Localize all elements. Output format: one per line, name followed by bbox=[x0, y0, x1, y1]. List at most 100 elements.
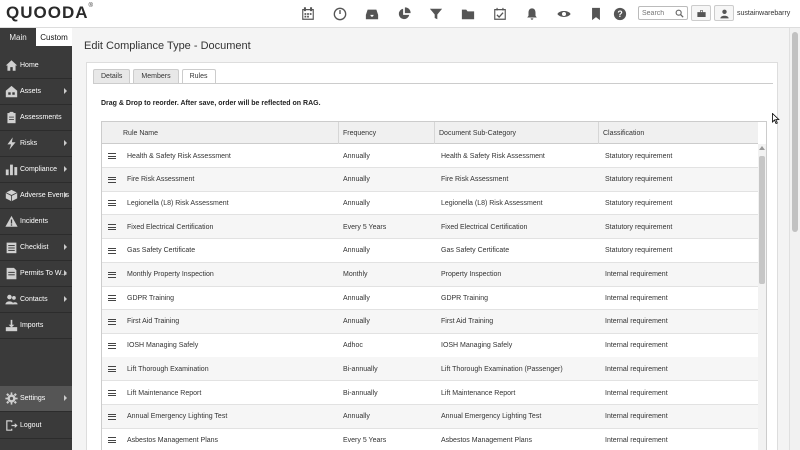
pie-chart-icon[interactable] bbox=[396, 5, 412, 23]
chevron-right-icon bbox=[64, 270, 67, 276]
username-label[interactable]: sustainwarebarry bbox=[737, 10, 790, 17]
sidebar-item-imports[interactable]: Imports bbox=[0, 313, 72, 338]
table-row[interactable]: Legionella (L8) Risk Assessment Annually L… bbox=[102, 191, 758, 216]
chevron-right-icon bbox=[64, 395, 67, 401]
tab-members[interactable]: Members bbox=[133, 69, 179, 83]
sidebar-item-assessments[interactable]: Assessments bbox=[0, 105, 72, 130]
grid-scrollbar-thumb[interactable] bbox=[759, 156, 765, 284]
table-row[interactable]: Lift Thorough Examination Bi-annually Lift… bbox=[102, 357, 758, 382]
sidebar-item-label: Logout bbox=[20, 422, 42, 429]
imports-icon bbox=[4, 319, 18, 333]
toolbox-button[interactable] bbox=[691, 5, 711, 21]
table-cell: Gas Safety Certificate bbox=[441, 247, 510, 255]
table-row[interactable]: Monthly Property Inspection Monthly Proper… bbox=[102, 262, 758, 287]
drag-handle-icon[interactable] bbox=[108, 413, 116, 420]
bell-icon[interactable] bbox=[524, 5, 540, 23]
table-cell: Internal requirement bbox=[605, 413, 668, 421]
table-row[interactable]: Health & Safety Risk Assessment Annually H… bbox=[102, 144, 758, 168]
table-row[interactable]: Lift Maintenance Report Bi-annually Lift M… bbox=[102, 381, 758, 405]
table-cell: Fire Risk Assessment bbox=[127, 176, 195, 184]
table-row[interactable]: Fixed Electrical Certification Every 5 Ye… bbox=[102, 215, 758, 240]
sidebar-item-home[interactable]: Home bbox=[0, 53, 72, 78]
table-cell: Internal requirement bbox=[605, 436, 668, 444]
table-cell: Gas Safety Certificate bbox=[127, 247, 196, 255]
table-row[interactable]: Asbestos Management Plans Every 5 Years As… bbox=[102, 428, 758, 450]
table-row[interactable]: Gas Safety Certificate Annually Gas Safety… bbox=[102, 239, 758, 263]
sidebar-tab-custom[interactable]: Custom bbox=[36, 28, 72, 46]
inbox-icon[interactable] bbox=[364, 5, 380, 23]
eye-icon[interactable] bbox=[556, 5, 572, 23]
user-avatar-button[interactable] bbox=[714, 5, 734, 21]
bar-chart-icon bbox=[4, 163, 18, 177]
sidebar-item-permits-to-w[interactable]: Permits To W... bbox=[0, 261, 72, 286]
table-row[interactable]: Fire Risk Assessment Annually Fire Risk As… bbox=[102, 167, 758, 192]
drag-handle-icon[interactable] bbox=[108, 200, 116, 207]
drag-handle-icon[interactable] bbox=[108, 247, 116, 254]
sidebar-item-compliance[interactable]: Compliance bbox=[0, 157, 72, 182]
drag-handle-icon[interactable] bbox=[108, 153, 116, 159]
column-header[interactable]: Frequency bbox=[338, 122, 438, 144]
checklist-icon bbox=[4, 241, 18, 255]
drag-handle-icon[interactable] bbox=[108, 295, 116, 302]
table-cell: Bi-annually bbox=[343, 365, 378, 373]
sidebar-item-logout[interactable]: Logout bbox=[0, 413, 72, 438]
column-header[interactable]: Classification bbox=[598, 122, 758, 144]
grid-header: Rule Name Frequency Document Sub-Category C… bbox=[102, 122, 758, 144]
scroll-up-icon[interactable] bbox=[759, 146, 765, 150]
sidebar-item-label: Contacts bbox=[20, 296, 48, 303]
drag-handle-icon[interactable] bbox=[108, 224, 116, 231]
drag-handle-icon[interactable] bbox=[108, 366, 116, 373]
app-logo[interactable]: QUOODA® bbox=[6, 3, 94, 23]
table-cell: Every 5 Years bbox=[343, 223, 387, 231]
drag-handle-icon[interactable] bbox=[108, 176, 116, 183]
drag-handle-icon[interactable] bbox=[108, 271, 116, 278]
tab-rules[interactable]: Rules bbox=[181, 69, 216, 83]
mouse-cursor-icon bbox=[772, 113, 780, 124]
tab-details[interactable]: Details bbox=[93, 69, 131, 83]
table-row[interactable]: Annual Emergency Lighting Test Annually An… bbox=[102, 404, 758, 429]
table-cell: Fire Risk Assessment bbox=[441, 176, 509, 184]
filter-icon[interactable] bbox=[428, 5, 444, 23]
sidebar-item-settings[interactable]: Settings bbox=[0, 386, 72, 411]
page-scrollbar[interactable] bbox=[789, 28, 800, 450]
table-cell: Monthly Property Inspection bbox=[127, 271, 214, 278]
table-cell: Asbestos Management Plans bbox=[127, 436, 219, 444]
chevron-right-icon bbox=[64, 140, 67, 146]
table-cell: IOSH Managing Safely bbox=[127, 342, 199, 350]
column-header[interactable]: Rule Name bbox=[102, 122, 342, 144]
calendar-icon[interactable] bbox=[300, 5, 316, 23]
folder-icon[interactable] bbox=[460, 5, 476, 23]
column-header[interactable]: Document Sub-Category bbox=[434, 122, 602, 144]
grid-scrollbar[interactable] bbox=[758, 144, 766, 450]
sidebar-tab-main[interactable]: Main bbox=[0, 28, 36, 46]
table-cell: Statutory requirement bbox=[605, 223, 673, 231]
table-cell: Annually bbox=[343, 294, 370, 302]
dashboard-gauge-icon[interactable] bbox=[332, 5, 348, 23]
sidebar-item-assets[interactable]: Assets bbox=[0, 79, 72, 104]
table-cell: Property Inspection bbox=[441, 271, 502, 278]
sidebar-item-label: Home bbox=[20, 62, 39, 69]
drag-handle-icon[interactable] bbox=[108, 437, 116, 444]
table-row[interactable]: GDPR Training Annually GDPR Training Intern… bbox=[102, 286, 758, 311]
table-row[interactable]: First Aid Training Annually First Aid Trai… bbox=[102, 309, 758, 334]
page-scrollbar-thumb[interactable] bbox=[792, 32, 798, 232]
help-icon[interactable]: ? bbox=[612, 5, 628, 23]
drag-handle-icon[interactable] bbox=[108, 390, 116, 396]
search-icon[interactable] bbox=[673, 7, 685, 19]
sidebar-tabs: Main Custom bbox=[0, 28, 72, 46]
sidebar-item-adverse-events[interactable]: Adverse Events bbox=[0, 183, 72, 208]
table-cell: Health & Safety Risk Assessment bbox=[441, 152, 545, 160]
drag-handle-icon[interactable] bbox=[108, 318, 116, 325]
table-row[interactable]: IOSH Managing Safely Adhoc IOSH Managing S… bbox=[102, 334, 758, 358]
sidebar-item-contacts[interactable]: Contacts bbox=[0, 287, 72, 312]
drag-handle-icon[interactable] bbox=[108, 342, 116, 349]
sidebar-item-incidents[interactable]: Incidents bbox=[0, 209, 72, 234]
sidebar-item-label: Imports bbox=[20, 322, 44, 329]
table-cell: Internal requirement bbox=[605, 365, 668, 373]
sidebar-item-checklist[interactable]: Checklist bbox=[0, 235, 72, 260]
calendar-check-icon[interactable] bbox=[492, 5, 508, 23]
bookmark-icon[interactable] bbox=[588, 5, 604, 23]
sidebar-item-label: Adverse Events bbox=[20, 192, 70, 199]
table-cell: Legionella (L8) Risk Assessment bbox=[127, 199, 229, 207]
sidebar-item-risks[interactable]: Risks bbox=[0, 131, 72, 156]
